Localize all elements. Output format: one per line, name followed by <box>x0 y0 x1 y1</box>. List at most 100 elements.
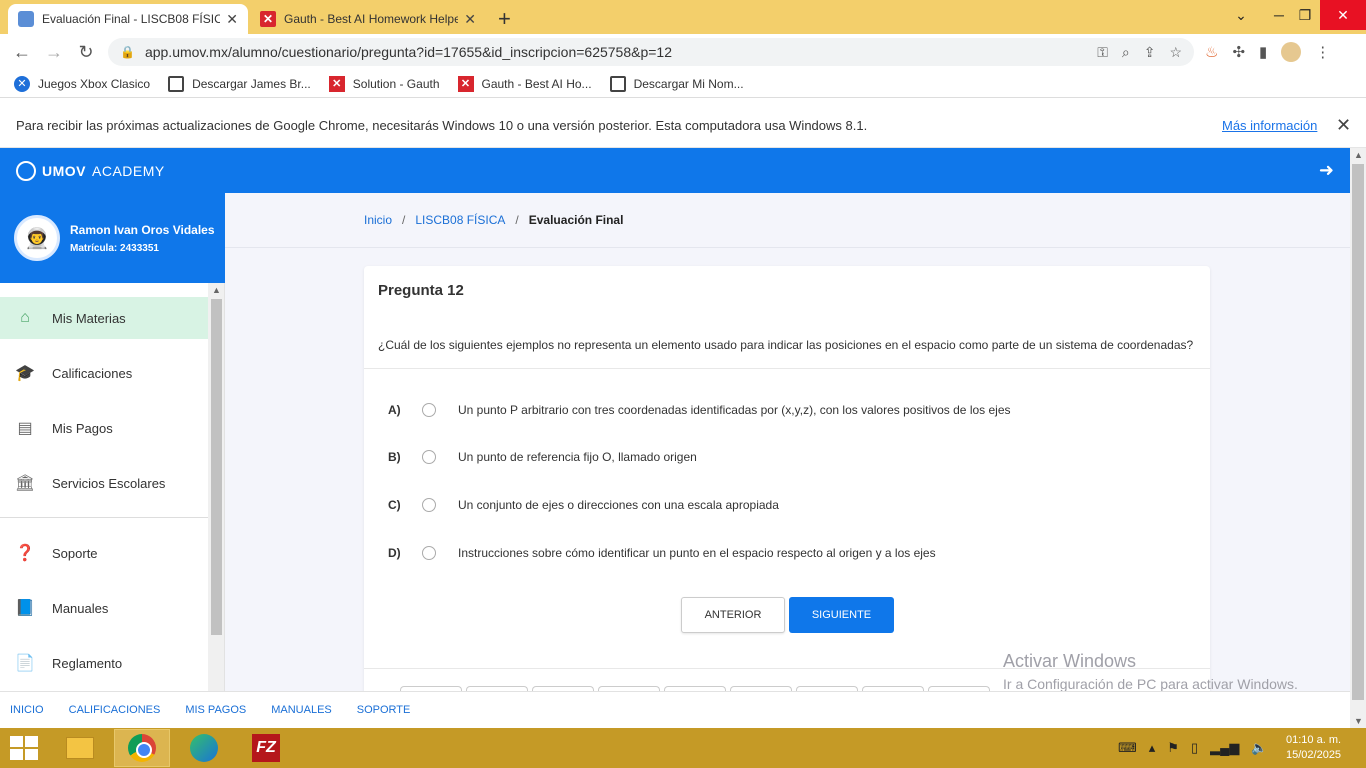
anterior-button[interactable]: ANTERIOR <box>681 597 785 633</box>
app-footer: INICIO CALIFICACIONES MIS PAGOS MANUALES… <box>0 691 1350 728</box>
bookmark-star-icon[interactable]: ☆ <box>1169 44 1182 61</box>
breadcrumb-course[interactable]: LISCB08 FÍSICA <box>415 213 505 227</box>
scroll-down-icon[interactable]: ▼ <box>1354 716 1363 726</box>
footer-link-mis-pagos[interactable]: MIS PAGOS <box>185 704 246 716</box>
logout-icon[interactable]: ➜ <box>1319 160 1334 181</box>
user-name: Ramon Ivan Oros Vidales <box>70 222 215 237</box>
option-c[interactable]: C) Un conjunto de ejes o direcciones con… <box>388 495 1188 515</box>
bookmark-item[interactable]: ✕ Juegos Xbox Clasico <box>14 75 150 92</box>
close-tab-icon[interactable]: ✕ <box>464 11 476 28</box>
wallet-icon: ▤ <box>17 420 33 437</box>
close-infobar-icon[interactable]: ✕ <box>1336 115 1351 136</box>
new-tab-button[interactable]: + <box>498 6 511 32</box>
sidebar-item-servicios-escolares[interactable]: 🏛 Servicios Escolares <box>0 462 208 504</box>
tab-title: Gauth - Best AI Homework Helper <box>284 12 459 26</box>
sidebar-item-mis-materias[interactable]: ⌂ Mis Materias <box>0 297 208 339</box>
footer-link-inicio[interactable]: INICIO <box>10 704 44 716</box>
umov-logo-icon <box>16 160 36 181</box>
windows-activation-watermark: Activar Windows Ir a Configuración de PC… <box>1003 651 1298 692</box>
app-header: UMOV ACADEMY ➜ <box>0 148 1350 193</box>
scroll-up-icon[interactable]: ▲ <box>1354 150 1363 160</box>
tab-gauth[interactable]: ✕ Gauth - Best AI Homework Helper ✕ <box>250 4 486 34</box>
signal-icon[interactable]: ▂▄▆ <box>1210 740 1239 756</box>
file-explorer-icon[interactable] <box>52 729 108 767</box>
battery-icon[interactable]: ▯ <box>1191 740 1198 756</box>
tab-evaluacion-final[interactable]: Evaluación Final - LISCB08 FÍSICA ✕ <box>8 4 248 34</box>
profile-avatar-icon[interactable] <box>1281 42 1302 62</box>
system-clock[interactable]: 01:10 a. m. 15/02/2025 <box>1286 733 1341 763</box>
page-scrollbar[interactable]: ▲ ▼ <box>1350 148 1366 728</box>
filezilla-icon[interactable]: FZ <box>238 729 294 767</box>
sidebar-scrollbar[interactable]: ▲ <box>208 283 224 691</box>
radio-button[interactable] <box>422 546 436 560</box>
address-bar[interactable]: 🔒 app.umov.mx/alumno/cuestionario/pregun… <box>108 38 1194 66</box>
breadcrumb: Inicio / LISCB08 FÍSICA / Evaluación Fin… <box>364 213 624 227</box>
update-infobar: Para recibir las próximas actualizacione… <box>0 103 1366 148</box>
gauth-icon: ✕ <box>328 75 345 92</box>
puzzle-icon[interactable]: ✣ <box>1232 43 1245 61</box>
breadcrumb-current: Evaluación Final <box>528 213 624 227</box>
bookmark-item[interactable]: Descargar Mi Nom... <box>609 75 744 92</box>
edge-icon[interactable] <box>176 729 232 767</box>
divider <box>225 247 1350 248</box>
sidebar-item-mis-pagos[interactable]: ▤ Mis Pagos <box>0 407 208 449</box>
reload-icon[interactable]: ↻ <box>72 34 100 70</box>
footer-link-calificaciones[interactable]: CALIFICACIONES <box>69 704 161 716</box>
home-icon: ⌂ <box>20 309 30 326</box>
sidebar-divider <box>0 517 208 518</box>
gauth-favicon-icon: ✕ <box>260 11 276 27</box>
windows-start-icon[interactable] <box>10 736 38 760</box>
breadcrumb-inicio[interactable]: Inicio <box>364 213 392 227</box>
forward-arrow-icon[interactable]: → <box>40 34 68 70</box>
chrome-icon[interactable] <box>114 729 170 767</box>
windows-taskbar: FZ ⌨ ▴ ⚑ ▯ ▂▄▆ 🔈 01:10 a. m. 15/02/2025 <box>0 728 1366 768</box>
option-b[interactable]: B) Un punto de referencia fijo O, llamad… <box>388 447 1188 467</box>
bookmarks-bar: ✕ Juegos Xbox Clasico Descargar James Br.… <box>0 70 1366 98</box>
url-text: app.umov.mx/alumno/cuestionario/pregunta… <box>144 44 673 60</box>
bookmark-item[interactable]: Descargar James Br... <box>168 75 311 92</box>
scrollbar-thumb[interactable] <box>1352 164 1364 700</box>
umov-favicon-icon <box>18 11 34 27</box>
question-card: Pregunta 12 ¿Cuál de los siguientes ejem… <box>364 266 1210 696</box>
window-close-icon[interactable]: ✕ <box>1320 0 1366 30</box>
footer-link-soporte[interactable]: SOPORTE <box>357 704 411 716</box>
main-content: Inicio / LISCB08 FÍSICA / Evaluación Fin… <box>225 193 1350 696</box>
question-icon: ❓ <box>15 545 35 562</box>
sidebar-item-soporte[interactable]: ❓ Soporte <box>0 532 208 574</box>
option-a[interactable]: A) Un punto P arbitrario con tres coorde… <box>388 400 1188 420</box>
menu-kebab-icon[interactable]: ⋮ <box>1315 43 1330 61</box>
show-hidden-icons-icon[interactable]: ▴ <box>1149 740 1156 756</box>
side-panel-icon[interactable]: ▮ <box>1259 43 1267 61</box>
scroll-up-icon[interactable]: ▲ <box>212 285 221 295</box>
volume-icon[interactable]: 🔈 <box>1251 740 1267 756</box>
share-icon[interactable]: ⇪ <box>1144 44 1156 61</box>
zoom-icon[interactable]: ⌕ <box>1122 44 1130 61</box>
radio-button[interactable] <box>422 450 436 464</box>
user-matricula: Matrícula: 2433351 <box>70 242 159 254</box>
extension-fire-icon[interactable]: ♨ <box>1205 43 1218 61</box>
key-icon[interactable]: ⚿ <box>1097 44 1108 61</box>
back-arrow-icon[interactable]: ← <box>8 34 36 70</box>
sidebar-item-manuales[interactable]: 📘 Manuales <box>0 587 208 629</box>
scrollbar-thumb[interactable] <box>211 299 222 635</box>
footer-link-manuales[interactable]: MANUALES <box>271 704 332 716</box>
tab-search-icon[interactable]: ⌄ <box>1226 0 1256 30</box>
radio-button[interactable] <box>422 403 436 417</box>
action-center-flag-icon[interactable]: ⚑ <box>1167 740 1179 756</box>
sidebar-item-reglamento[interactable]: 📄 Reglamento <box>0 642 208 684</box>
xbox-icon: ✕ <box>14 75 30 92</box>
bookmark-item[interactable]: ✕ Gauth - Best AI Ho... <box>457 75 592 92</box>
divider <box>364 368 1210 369</box>
close-tab-icon[interactable]: ✕ <box>226 11 238 28</box>
keyboard-icon[interactable]: ⌨ <box>1118 740 1137 756</box>
option-d[interactable]: D) Instrucciones sobre cómo identificar … <box>388 543 1188 563</box>
bookmark-item[interactable]: ✕ Solution - Gauth <box>328 75 440 92</box>
system-tray: ⌨ ▴ ⚑ ▯ ▂▄▆ 🔈 <box>1118 728 1268 768</box>
siguiente-button[interactable]: SIGUIENTE <box>789 597 894 633</box>
avatar: 👨‍🚀 <box>14 215 60 261</box>
restore-icon[interactable]: ❐ <box>1290 0 1320 30</box>
umov-logo[interactable]: UMOV ACADEMY <box>16 160 165 181</box>
more-info-link[interactable]: Más información <box>1222 118 1317 133</box>
radio-button[interactable] <box>422 498 436 512</box>
sidebar-item-calificaciones[interactable]: 🎓 Calificaciones <box>0 352 208 394</box>
